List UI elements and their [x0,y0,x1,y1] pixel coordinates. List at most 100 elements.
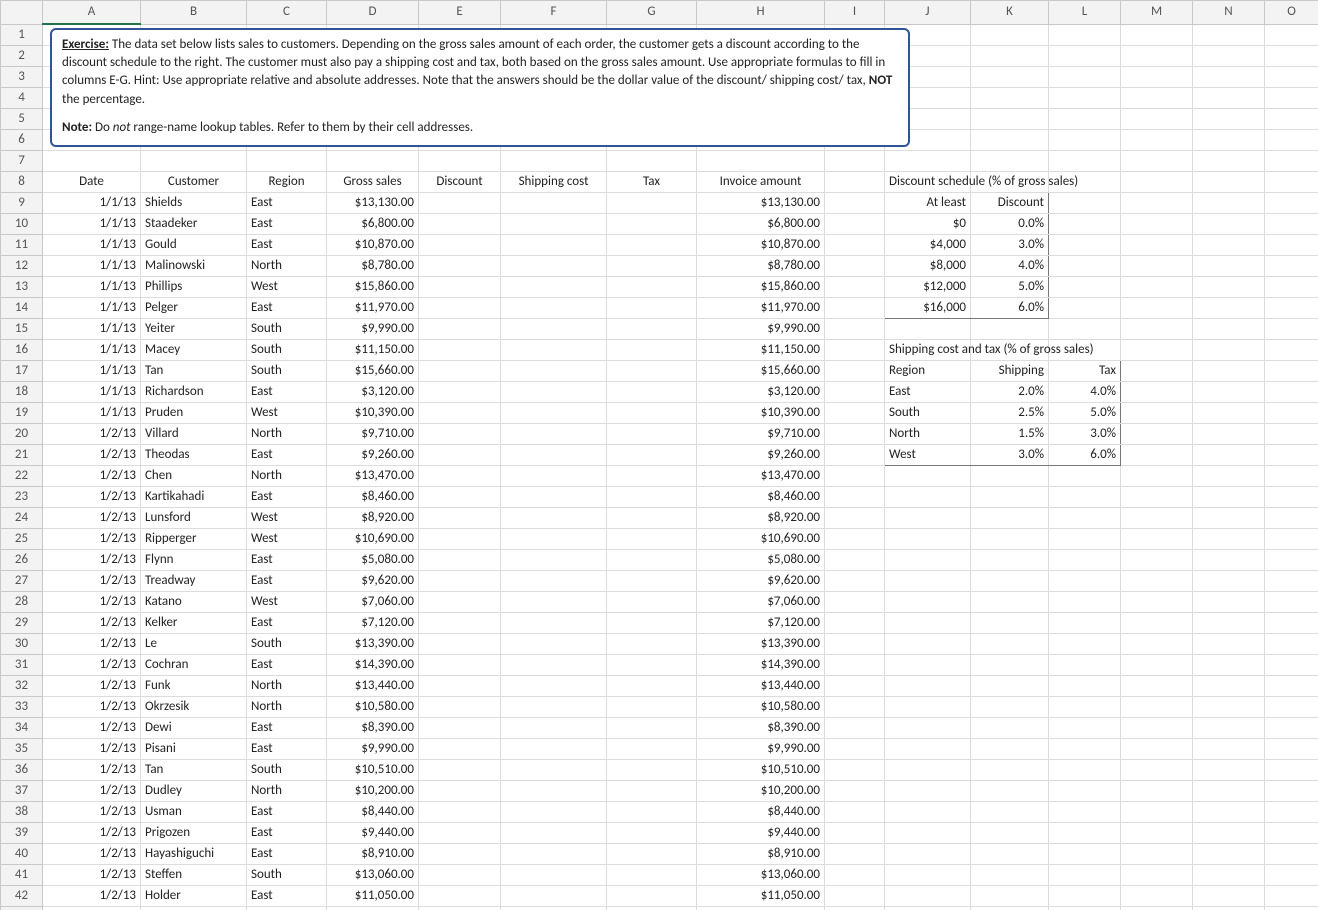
cell[interactable] [1121,886,1193,907]
cell[interactable]: Flynn [141,550,247,571]
row-header[interactable]: 6 [1,130,43,151]
cell[interactable] [607,739,697,760]
cell[interactable] [1193,193,1265,214]
cell[interactable] [1193,403,1265,424]
cell[interactable]: East [247,823,327,844]
cell[interactable] [1193,739,1265,760]
cell[interactable]: $8,780.00 [327,256,419,277]
cell[interactable]: East [247,571,327,592]
cell[interactable] [885,697,971,718]
cell[interactable]: $8,390.00 [327,718,419,739]
cell[interactable] [1121,193,1193,214]
cell[interactable] [1049,529,1121,550]
cell[interactable] [1265,739,1318,760]
cell[interactable] [607,823,697,844]
cell[interactable]: South [247,361,327,382]
cell[interactable]: Katano [141,592,247,613]
cell[interactable]: $10,870.00 [327,235,419,256]
cell[interactable]: 1/1/13 [43,235,141,256]
cell[interactable] [825,214,885,235]
cell[interactable] [419,550,501,571]
cell[interactable] [825,445,885,466]
cell[interactable] [1265,256,1318,277]
cell[interactable]: $6,800.00 [697,214,825,235]
cell[interactable]: 1.5% [971,424,1049,445]
cell[interactable]: Kartikahadi [141,487,247,508]
discount-header-discount[interactable]: Discount [971,193,1049,214]
cell[interactable] [419,718,501,739]
cell[interactable]: $13,440.00 [327,676,419,697]
cell[interactable] [1193,550,1265,571]
cell[interactable]: Steffen [141,865,247,886]
cell[interactable] [825,550,885,571]
row-header[interactable]: 18 [1,382,43,403]
cell[interactable]: West [247,403,327,424]
cell[interactable]: South [247,634,327,655]
cell[interactable]: South [885,403,971,424]
cell[interactable] [1121,676,1193,697]
cell[interactable] [885,781,971,802]
cell[interactable]: Tan [141,361,247,382]
cell[interactable] [1193,46,1265,67]
cell[interactable] [1265,613,1318,634]
cell[interactable]: Staadeker [141,214,247,235]
cell[interactable]: 1/2/13 [43,865,141,886]
cell[interactable]: 1/1/13 [43,403,141,424]
cell[interactable] [1265,46,1318,67]
cell[interactable] [1121,802,1193,823]
cell[interactable] [825,907,885,910]
cell[interactable] [607,697,697,718]
cell[interactable]: East [247,193,327,214]
cell[interactable] [501,760,607,781]
cell[interactable]: East [247,235,327,256]
cell[interactable] [885,907,971,910]
cell[interactable] [971,550,1049,571]
cell[interactable]: Villard [141,424,247,445]
cell[interactable]: West [247,508,327,529]
cell[interactable] [1049,907,1121,910]
cell[interactable]: Macey [141,340,247,361]
cell[interactable] [607,529,697,550]
row-header[interactable]: 27 [1,571,43,592]
cell[interactable]: $10,510.00 [697,760,825,781]
cell[interactable]: Region [885,361,971,382]
cell[interactable]: 1/2/13 [43,571,141,592]
cell[interactable]: $7,060.00 [327,592,419,613]
cell[interactable] [1265,802,1318,823]
cell[interactable] [1265,529,1318,550]
cell[interactable] [607,634,697,655]
cell[interactable] [971,676,1049,697]
cell[interactable]: $7,120.00 [697,613,825,634]
cell[interactable] [1121,592,1193,613]
cell[interactable] [501,424,607,445]
col-header-M[interactable]: M [1121,1,1193,25]
cell[interactable] [1193,88,1265,109]
cell[interactable] [607,886,697,907]
cell[interactable]: Dudley [141,781,247,802]
col-header-G[interactable]: G [607,1,697,25]
cell[interactable] [1049,823,1121,844]
cell[interactable]: East [247,886,327,907]
cell[interactable] [1265,487,1318,508]
cell[interactable] [1265,235,1318,256]
cell[interactable] [825,172,885,193]
cell[interactable] [1265,88,1318,109]
cell[interactable] [1049,676,1121,697]
cell[interactable]: 1/1/13 [43,319,141,340]
cell[interactable]: $11,150.00 [327,340,419,361]
cell[interactable] [1265,319,1318,340]
cell[interactable] [1265,466,1318,487]
cell[interactable] [607,676,697,697]
cell[interactable] [1265,340,1318,361]
cell[interactable] [419,382,501,403]
cell[interactable]: South [247,907,327,910]
row-header[interactable]: 40 [1,844,43,865]
cell[interactable] [1121,823,1193,844]
cell[interactable] [607,382,697,403]
cell[interactable]: 1/2/13 [43,466,141,487]
cell[interactable] [825,340,885,361]
cell[interactable] [607,256,697,277]
cell[interactable] [607,277,697,298]
cell[interactable] [825,466,885,487]
cell[interactable] [885,466,971,487]
